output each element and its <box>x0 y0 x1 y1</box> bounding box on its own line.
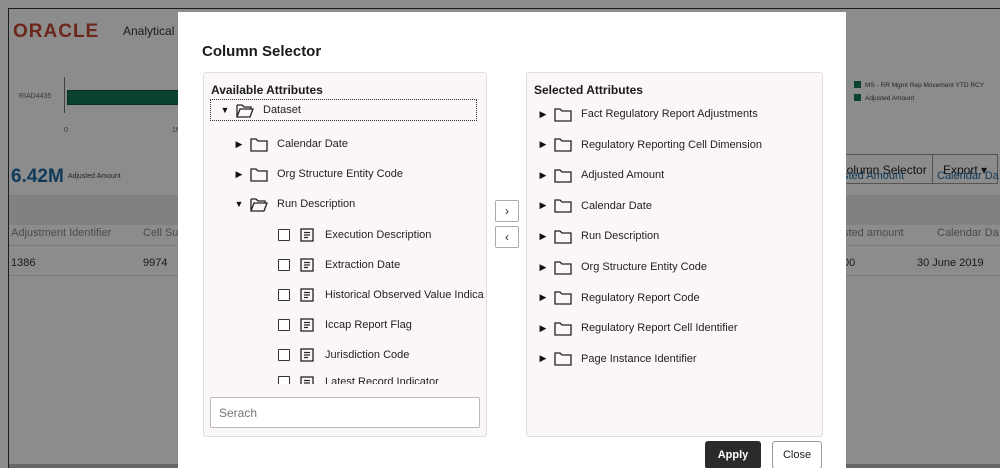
selected-attribute-item[interactable]: ▶ Regulatory Report Cell Identifier <box>538 317 738 339</box>
selected-attributes-title: Selected Attributes <box>534 83 643 97</box>
tree-leaf[interactable]: Iccap Report Flag <box>278 314 412 336</box>
checkbox[interactable] <box>278 319 290 331</box>
tree-label: Adjusted Amount <box>581 169 665 182</box>
tree-label: Page Instance Identifier <box>581 352 697 365</box>
selected-attribute-item[interactable]: ▶ Page Instance Identifier <box>538 348 697 370</box>
checkbox[interactable] <box>278 229 290 241</box>
field-icon <box>300 228 314 242</box>
field-icon <box>300 348 314 362</box>
selected-attribute-item[interactable]: ▶ Regulatory Reporting Cell Dimension <box>538 134 762 156</box>
folder-icon <box>554 199 572 213</box>
folder-icon <box>554 107 572 122</box>
checkbox[interactable] <box>278 349 290 361</box>
caret-down-icon[interactable]: ▼ <box>220 105 230 115</box>
caret-right-icon[interactable]: ▶ <box>538 139 548 150</box>
tree-label: Iccap Report Flag <box>325 319 412 331</box>
field-icon <box>300 318 314 332</box>
tree-label: Jurisdiction Code <box>325 349 410 361</box>
caret-right-icon[interactable]: ▶ <box>234 139 244 150</box>
tree-leaf[interactable]: Extraction Date <box>278 254 400 276</box>
open-folder-icon <box>236 103 254 118</box>
selected-attribute-item[interactable]: ▶ Run Description <box>538 225 659 247</box>
tree-node-org-structure[interactable]: ▶ Org Structure Entity Code <box>234 163 403 185</box>
folder-icon <box>554 291 572 305</box>
selected-attribute-item[interactable]: ▶ Regulatory Report Code <box>538 287 700 309</box>
caret-down-icon[interactable]: ▼ <box>234 199 244 209</box>
tree-label: Regulatory Report Cell Identifier <box>581 322 738 335</box>
caret-right-icon[interactable]: ▶ <box>538 170 548 181</box>
tree-label: Calendar Date <box>277 138 348 150</box>
tree-node-calendar-date[interactable]: ▶ Calendar Date <box>234 133 348 155</box>
tree-leaf[interactable]: Jurisdiction Code <box>278 344 409 366</box>
move-left-button[interactable]: ‹ <box>495 226 519 248</box>
folder-icon <box>554 138 572 152</box>
open-folder-icon <box>250 197 268 212</box>
caret-right-icon[interactable]: ▶ <box>538 231 548 242</box>
move-right-button[interactable]: › <box>495 200 519 222</box>
tree-label: Org Structure Entity Code <box>277 168 403 180</box>
folder-icon <box>554 322 572 336</box>
checkbox[interactable] <box>278 289 290 301</box>
field-icon <box>300 288 314 302</box>
tree-label: Run Description <box>277 198 356 210</box>
folder-icon <box>554 230 572 244</box>
caret-right-icon[interactable]: ▶ <box>538 109 548 120</box>
apply-button[interactable]: Apply <box>705 441 761 468</box>
selected-attribute-item[interactable]: ▶ Adjusted Amount <box>538 164 664 186</box>
folder-icon <box>250 137 268 152</box>
selected-attribute-item[interactable]: ▶ Calendar Date <box>538 195 652 217</box>
folder-icon <box>554 169 572 183</box>
selected-attribute-item[interactable]: ▶ Org Structure Entity Code <box>538 256 707 278</box>
selected-attribute-item[interactable]: ▶ Fact Regulatory Report Adjustments <box>538 103 758 125</box>
tree-leaf[interactable]: Latest Record Indicator <box>278 374 439 384</box>
available-attributes-panel: Available Attributes ▼ Dataset ▶ Calenda… <box>203 72 487 437</box>
caret-right-icon[interactable]: ▶ <box>538 353 548 364</box>
caret-right-icon[interactable]: ▶ <box>538 200 548 211</box>
available-attributes-title: Available Attributes <box>211 83 323 97</box>
folder-icon <box>554 352 572 366</box>
checkbox[interactable] <box>278 259 290 271</box>
tree-label: Org Structure Entity Code <box>581 261 707 273</box>
column-selector-dialog: Column Selector Available Attributes ▼ D… <box>178 12 846 468</box>
tree-label: Latest Record Indicator <box>325 376 439 384</box>
tree-leaf[interactable]: Execution Description <box>278 224 431 246</box>
caret-right-icon[interactable]: ▶ <box>538 262 548 273</box>
field-icon <box>300 376 314 384</box>
caret-right-icon[interactable]: ▶ <box>538 323 548 334</box>
folder-icon <box>554 260 572 275</box>
tree-node-run-description[interactable]: ▼ Run Description <box>234 193 355 215</box>
tree-label: Run Description <box>581 230 660 243</box>
tree-label: Calendar Date <box>581 199 652 212</box>
checkbox[interactable] <box>278 376 290 384</box>
tree-leaf[interactable]: Historical Observed Value Indica <box>278 284 484 306</box>
tree-label: Dataset <box>263 104 301 116</box>
close-button[interactable]: Close <box>772 441 822 468</box>
selected-attributes-panel: Selected Attributes ▶ Fact Regulatory Rep… <box>526 72 823 437</box>
tree-label: Execution Description <box>325 229 432 241</box>
caret-right-icon[interactable]: ▶ <box>234 169 244 180</box>
field-icon <box>300 258 314 272</box>
tree-label: Regulatory Reporting Cell Dimension <box>581 138 762 151</box>
caret-right-icon[interactable]: ▶ <box>538 292 548 303</box>
folder-icon <box>250 167 268 182</box>
tree-node-dataset[interactable]: ▼ Dataset <box>210 99 477 121</box>
tree-label: Historical Observed Value Indica <box>325 289 484 301</box>
tree-label: Fact Regulatory Report Adjustments <box>581 108 758 120</box>
dialog-title: Column Selector <box>202 43 322 60</box>
tree-label: Regulatory Report Code <box>581 291 700 304</box>
tree-label: Extraction Date <box>325 259 401 271</box>
search-input[interactable] <box>210 397 480 428</box>
